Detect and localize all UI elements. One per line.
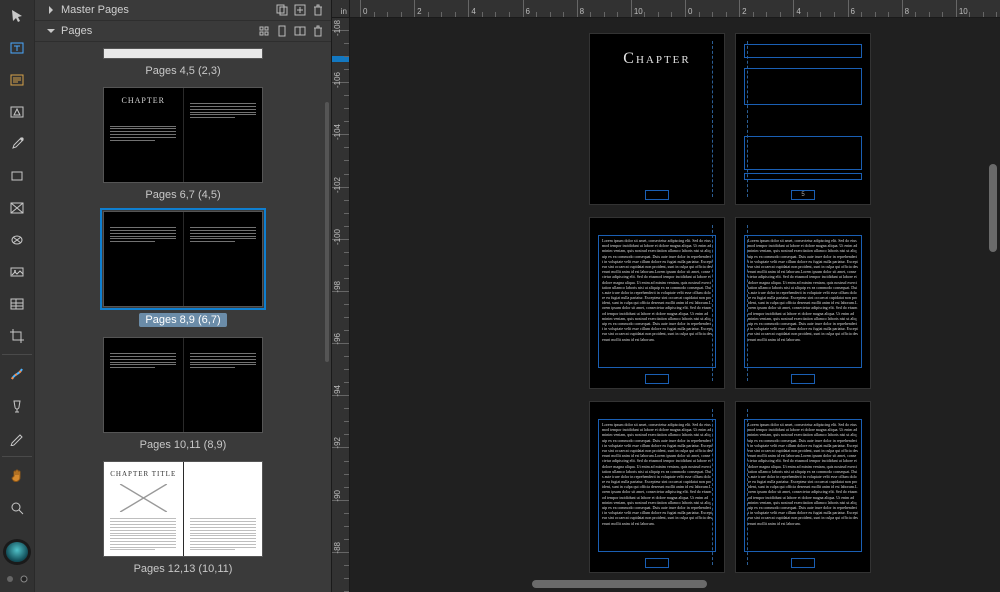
place-image-tool[interactable] bbox=[6, 262, 28, 282]
move-tool[interactable] bbox=[6, 6, 28, 26]
vertical-scrollbar[interactable] bbox=[989, 120, 997, 340]
duplicate-master-icon[interactable] bbox=[273, 1, 291, 19]
table-tool[interactable] bbox=[6, 294, 28, 314]
canvas-page[interactable]: Chapter bbox=[590, 34, 724, 204]
delete-master-icon[interactable] bbox=[309, 1, 327, 19]
text-frame[interactable] bbox=[744, 136, 862, 170]
chevron-right-icon bbox=[45, 6, 57, 14]
vertical-ruler[interactable]: -108-106-104-102-100-98-96-94-92-90-88 bbox=[332, 18, 350, 592]
canvas[interactable]: in 02468100246810 -108-106-104-102-100-9… bbox=[332, 0, 1000, 592]
pencil-tool[interactable] bbox=[6, 428, 28, 448]
page-thumbnail[interactable]: CHAPTERPages 6,7 (4,5) bbox=[103, 87, 263, 201]
chevron-down-icon bbox=[45, 27, 57, 35]
picture-frame-tool[interactable] bbox=[6, 198, 28, 218]
single-page-icon[interactable] bbox=[273, 22, 291, 40]
page-thumbnail[interactable]: CHAPTER TITLEPages 12,13 (10,11) bbox=[103, 461, 263, 575]
spread-page-icon[interactable] bbox=[291, 22, 309, 40]
page-number-frame[interactable] bbox=[645, 558, 669, 568]
tool-rail bbox=[0, 0, 35, 592]
page-number-frame[interactable] bbox=[645, 374, 669, 384]
viewport[interactable]: Chapter 5 Lorem ipsum dolor sit amet, cons… bbox=[350, 18, 1000, 578]
page-thumbnail-label: Pages 6,7 (4,5) bbox=[145, 189, 220, 201]
pages-header[interactable]: Pages bbox=[35, 21, 331, 42]
panel-scrollbar[interactable] bbox=[325, 102, 329, 362]
body-text: Lorem ipsum dolor sit amet, consectetur … bbox=[599, 420, 715, 528]
body-text: Lorem ipsum dolor sit amet, consectetur … bbox=[745, 236, 861, 344]
page-thumbnail[interactable]: Pages 8,9 (6,7) bbox=[103, 211, 263, 327]
rectangle-tool[interactable] bbox=[6, 166, 28, 186]
text-frame[interactable]: Lorem ipsum dolor sit amet, consectetur … bbox=[598, 419, 716, 552]
page-thumbnail-label: Pages 12,13 (10,11) bbox=[134, 563, 233, 575]
canvas-page[interactable]: 5 bbox=[736, 34, 870, 204]
color-swap-icon[interactable] bbox=[6, 574, 28, 584]
zoom-tool[interactable] bbox=[6, 498, 28, 518]
canvas-page[interactable]: Lorem ipsum dolor sit amet, consectetur … bbox=[736, 402, 870, 572]
horizontal-ruler[interactable]: 02468100246810 bbox=[350, 0, 1000, 18]
page-thumbnail-label: Pages 10,11 (8,9) bbox=[140, 439, 227, 451]
master-pages-label: Master Pages bbox=[61, 4, 129, 16]
pages-label: Pages bbox=[61, 25, 92, 37]
page-thumbnail[interactable]: Pages 4,5 (2,3) bbox=[103, 48, 263, 77]
hand-tool[interactable] bbox=[6, 466, 28, 486]
arrange-pages-icon[interactable] bbox=[255, 22, 273, 40]
page-number-frame[interactable]: 5 bbox=[791, 190, 815, 200]
master-pages-header[interactable]: Master Pages bbox=[35, 0, 331, 21]
page-thumbnail-label: Pages 4,5 (2,3) bbox=[145, 65, 220, 77]
page-number-frame[interactable] bbox=[791, 558, 815, 568]
canvas-page[interactable]: Lorem ipsum dolor sit amet, consectetur … bbox=[736, 218, 870, 388]
page-number-frame[interactable] bbox=[791, 374, 815, 384]
delete-page-icon[interactable] bbox=[309, 22, 327, 40]
ellipse-tool[interactable] bbox=[6, 230, 28, 250]
canvas-page[interactable]: Lorem ipsum dolor sit amet, consectetur … bbox=[590, 402, 724, 572]
canvas-page[interactable]: Lorem ipsum dolor sit amet, consectetur … bbox=[590, 218, 724, 388]
text-frame[interactable] bbox=[744, 68, 862, 105]
art-text-tool[interactable] bbox=[6, 102, 28, 122]
horizontal-scrollbar[interactable] bbox=[532, 580, 970, 588]
text-frame[interactable]: Lorem ipsum dolor sit amet, consectetur … bbox=[598, 235, 716, 368]
text-frame[interactable] bbox=[744, 173, 862, 180]
pages-panel: Master Pages Pages Pages 4,5 (2,3) CHAPTE… bbox=[35, 0, 332, 592]
body-text: Lorem ipsum dolor sit amet, consectetur … bbox=[599, 236, 715, 344]
text-tool[interactable] bbox=[6, 38, 28, 58]
page-number-frame[interactable] bbox=[645, 190, 669, 200]
crop-tool[interactable] bbox=[6, 326, 28, 346]
pages-list[interactable]: Pages 4,5 (2,3)CHAPTERPages 6,7 (4,5)Pag… bbox=[35, 42, 331, 592]
fx-paintbrush-tool[interactable] bbox=[6, 364, 28, 384]
ruler-unit[interactable]: in bbox=[332, 0, 350, 18]
frame-text-tool[interactable] bbox=[6, 70, 28, 90]
eyedropper-tool[interactable] bbox=[6, 134, 28, 154]
color-swatch[interactable] bbox=[6, 542, 28, 562]
brush-tool[interactable] bbox=[6, 396, 28, 416]
text-frame[interactable]: Lorem ipsum dolor sit amet, consectetur … bbox=[744, 235, 862, 368]
page-thumbnail[interactable]: Pages 10,11 (8,9) bbox=[103, 337, 263, 451]
page-thumbnail-label: Pages 8,9 (6,7) bbox=[139, 313, 226, 327]
text-frame[interactable] bbox=[744, 44, 862, 58]
body-text: Lorem ipsum dolor sit amet, consectetur … bbox=[745, 420, 861, 528]
add-master-icon[interactable] bbox=[291, 1, 309, 19]
text-frame[interactable]: Lorem ipsum dolor sit amet, consectetur … bbox=[744, 419, 862, 552]
chapter-title: Chapter bbox=[590, 50, 724, 68]
